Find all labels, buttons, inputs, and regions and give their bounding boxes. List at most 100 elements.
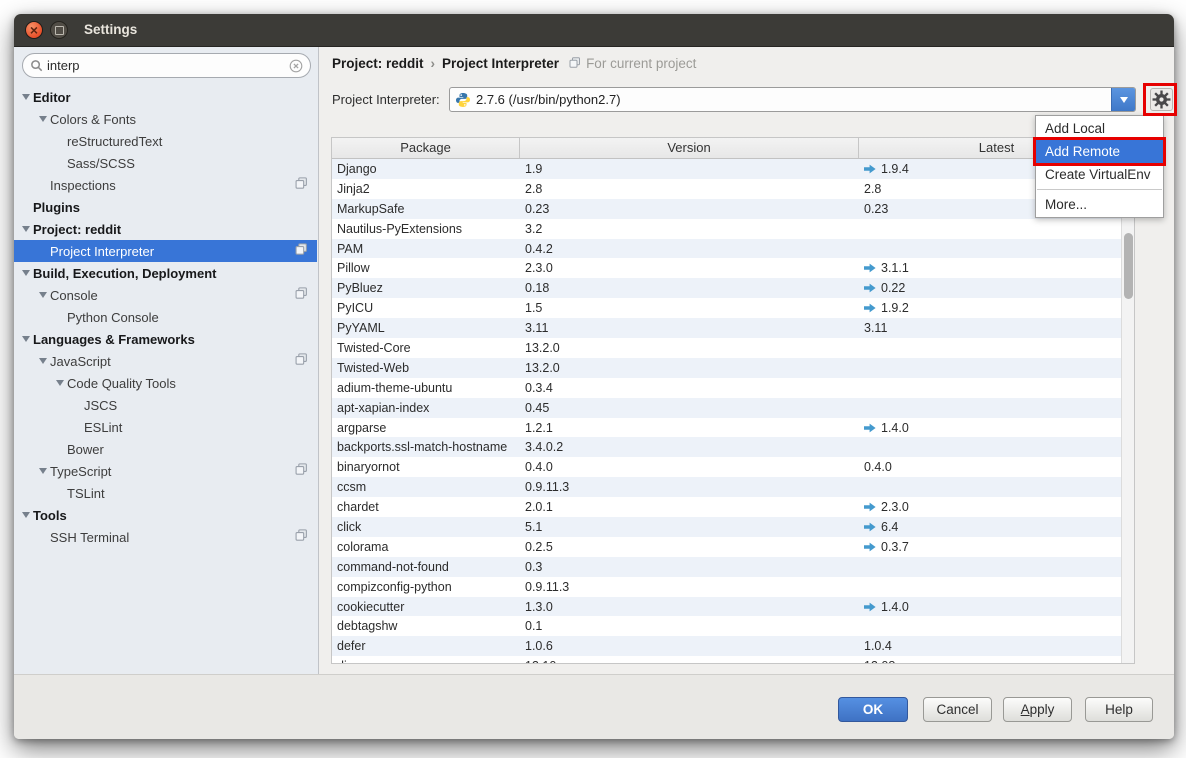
settings-tree: Editor Colors & Fonts reStructuredText S…	[14, 86, 317, 674]
interpreter-gear-button[interactable]	[1150, 88, 1173, 111]
table-row-django[interactable]: Django 1.9 1.9.4	[332, 159, 1134, 179]
menu-item-add-remote[interactable]: Add Remote	[1036, 140, 1163, 163]
expand-arrow-icon[interactable]	[52, 446, 67, 452]
expand-arrow-icon[interactable]	[18, 270, 33, 276]
table-row-cookiecutter[interactable]: cookiecutter 1.3.0 1.4.0	[332, 597, 1134, 617]
sidebar-item-colors-fonts[interactable]: Colors & Fonts	[14, 108, 317, 130]
table-row-nautilus-pyextensions[interactable]: Nautilus-PyExtensions 3.2	[332, 219, 1134, 239]
sidebar-item-label: Build, Execution, Deployment	[33, 266, 216, 281]
sidebar-item-editor[interactable]: Editor	[14, 86, 317, 108]
sidebar-item-python-console[interactable]: Python Console	[14, 306, 317, 328]
table-row-compizconfig-python[interactable]: compizconfig-python 0.9.11.3	[332, 577, 1134, 597]
sidebar-item-sass-scss[interactable]: Sass/SCSS	[14, 152, 317, 174]
expand-arrow-icon[interactable]	[35, 468, 50, 474]
sidebar-item-plugins[interactable]: Plugins	[14, 196, 317, 218]
desktop: Settings Editor Colors & Fonts	[0, 0, 1186, 758]
settings-search-box[interactable]	[22, 53, 311, 78]
table-row-pyyaml[interactable]: PyYAML 3.11 3.11	[332, 318, 1134, 338]
sidebar-item-inspections[interactable]: Inspections	[14, 174, 317, 196]
clear-search-icon[interactable]	[289, 59, 303, 73]
cell-version: 0.4.2	[520, 242, 859, 256]
table-row-pybluez[interactable]: PyBluez 0.18 0.22	[332, 278, 1134, 298]
table-row-apt-xapian-index[interactable]: apt-xapian-index 0.45	[332, 398, 1134, 418]
interpreter-combobox[interactable]: 2.7.6 (/usr/bin/python2.7)	[449, 87, 1136, 112]
expand-arrow-icon[interactable]	[35, 182, 50, 188]
table-scrollbar-thumb[interactable]	[1124, 233, 1133, 299]
expand-arrow-icon[interactable]	[52, 314, 67, 320]
expand-arrow-icon[interactable]	[18, 226, 33, 232]
sidebar-item-bower[interactable]: Bower	[14, 438, 317, 460]
latest-value: 1.9.2	[881, 301, 909, 315]
sidebar-item-restructuredtext[interactable]: reStructuredText	[14, 130, 317, 152]
table-row-debtagshw[interactable]: debtagshw 0.1	[332, 616, 1134, 636]
table-row-twisted-core[interactable]: Twisted-Core 13.2.0	[332, 338, 1134, 358]
expand-arrow-icon[interactable]	[18, 336, 33, 342]
table-row-pyicu[interactable]: PyICU 1.5 1.9.2	[332, 298, 1134, 318]
maximize-window-button[interactable]	[50, 21, 68, 39]
sidebar-item-javascript[interactable]: JavaScript	[14, 350, 317, 372]
table-scrollbar[interactable]	[1121, 159, 1134, 663]
sidebar-item-ssh-terminal[interactable]: SSH Terminal	[14, 526, 317, 548]
table-row-pam[interactable]: PAM 0.4.2	[332, 239, 1134, 259]
sidebar-item-typescript[interactable]: TypeScript	[14, 460, 317, 482]
expand-arrow-icon[interactable]	[18, 204, 33, 210]
menu-item-add-local[interactable]: Add Local	[1036, 117, 1163, 140]
expand-arrow-icon[interactable]	[69, 402, 84, 408]
cell-latest: 13.08	[859, 659, 1134, 663]
table-row-twisted-web[interactable]: Twisted-Web 13.2.0	[332, 358, 1134, 378]
expand-arrow-icon[interactable]	[18, 94, 33, 100]
window-title: Settings	[84, 14, 137, 46]
cell-version: 0.3	[520, 560, 859, 574]
table-row-colorama[interactable]: colorama 0.2.5 0.3.7	[332, 537, 1134, 557]
expand-arrow-icon[interactable]	[35, 358, 50, 364]
table-row-pillow[interactable]: Pillow 2.3.0 3.1.1	[332, 258, 1134, 278]
combobox-dropdown-button[interactable]	[1111, 88, 1135, 111]
expand-arrow-icon[interactable]	[35, 534, 50, 540]
table-row-binaryornot[interactable]: binaryornot 0.4.0 0.4.0	[332, 457, 1134, 477]
expand-arrow-icon[interactable]	[52, 490, 67, 496]
table-row-click[interactable]: click 5.1 6.4	[332, 517, 1134, 537]
menu-item-more[interactable]: More...	[1036, 193, 1163, 216]
ok-button[interactable]: OK	[838, 697, 908, 722]
table-row-markupsafe[interactable]: MarkupSafe 0.23 0.23	[332, 199, 1134, 219]
expand-arrow-icon[interactable]	[69, 424, 84, 430]
expand-arrow-icon[interactable]	[35, 248, 50, 254]
expand-arrow-icon[interactable]	[52, 380, 67, 386]
sidebar-item-build-execution-deployment[interactable]: Build, Execution, Deployment	[14, 262, 317, 284]
search-input[interactable]	[43, 58, 289, 73]
column-header-package[interactable]: Package	[332, 138, 520, 158]
sidebar-item-code-quality-tools[interactable]: Code Quality Tools	[14, 372, 317, 394]
expand-arrow-icon[interactable]	[35, 292, 50, 298]
table-row-backports-ssl-match-hostname[interactable]: backports.ssl-match-hostname 3.4.0.2	[332, 437, 1134, 457]
table-row-jinja2[interactable]: Jinja2 2.8 2.8	[332, 179, 1134, 199]
sidebar-item-console[interactable]: Console	[14, 284, 317, 306]
table-row-adium-theme-ubuntu[interactable]: adium-theme-ubuntu 0.3.4	[332, 378, 1134, 398]
column-header-version[interactable]: Version	[520, 138, 859, 158]
table-row-defer[interactable]: defer 1.0.6 1.0.4	[332, 636, 1134, 656]
sidebar-item-languages-frameworks[interactable]: Languages & Frameworks	[14, 328, 317, 350]
cell-latest: 1.4.0	[859, 421, 1134, 435]
sidebar-item-project-reddit[interactable]: Project: reddit	[14, 218, 317, 240]
cell-version: 0.2.5	[520, 540, 859, 554]
menu-item-create-virtualenv[interactable]: Create VirtualEnv	[1036, 163, 1163, 186]
help-button[interactable]: Help	[1085, 697, 1153, 722]
sidebar-item-project-interpreter[interactable]: Project Interpreter	[14, 240, 317, 262]
cell-package: PyYAML	[332, 321, 520, 335]
close-window-button[interactable]	[25, 21, 43, 39]
table-row-dirspec[interactable]: dirspec 13.10 13.08	[332, 656, 1134, 663]
table-row-command-not-found[interactable]: command-not-found 0.3	[332, 557, 1134, 577]
sidebar-item-tslint[interactable]: TSLint	[14, 482, 317, 504]
expand-arrow-icon[interactable]	[35, 116, 50, 122]
titlebar[interactable]: Settings	[14, 14, 1174, 47]
sidebar-item-eslint[interactable]: ESLint	[14, 416, 317, 438]
table-row-ccsm[interactable]: ccsm 0.9.11.3	[332, 477, 1134, 497]
expand-arrow-icon[interactable]	[52, 138, 67, 144]
table-row-argparse[interactable]: argparse 1.2.1 1.4.0	[332, 418, 1134, 438]
sidebar-item-jscs[interactable]: JSCS	[14, 394, 317, 416]
table-row-chardet[interactable]: chardet 2.0.1 2.3.0	[332, 497, 1134, 517]
expand-arrow-icon[interactable]	[18, 512, 33, 518]
cancel-button[interactable]: Cancel	[923, 697, 992, 722]
expand-arrow-icon[interactable]	[52, 160, 67, 166]
apply-button[interactable]: Apply	[1003, 697, 1072, 722]
sidebar-item-tools[interactable]: Tools	[14, 504, 317, 526]
